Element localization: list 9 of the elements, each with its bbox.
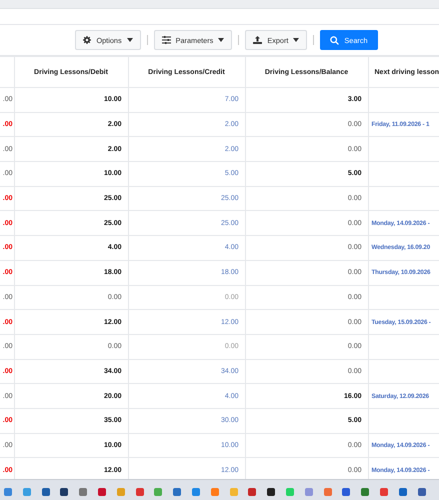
caret-icon — [218, 38, 224, 42]
gear-icon — [83, 36, 92, 44]
caret-icon — [126, 38, 133, 42]
upload-icon — [253, 36, 262, 44]
app-icon[interactable] — [267, 488, 276, 496]
caret-icon — [293, 38, 300, 42]
search-icon — [330, 36, 340, 44]
sliders-icon — [162, 36, 171, 44]
app-icon[interactable] — [60, 488, 68, 496]
